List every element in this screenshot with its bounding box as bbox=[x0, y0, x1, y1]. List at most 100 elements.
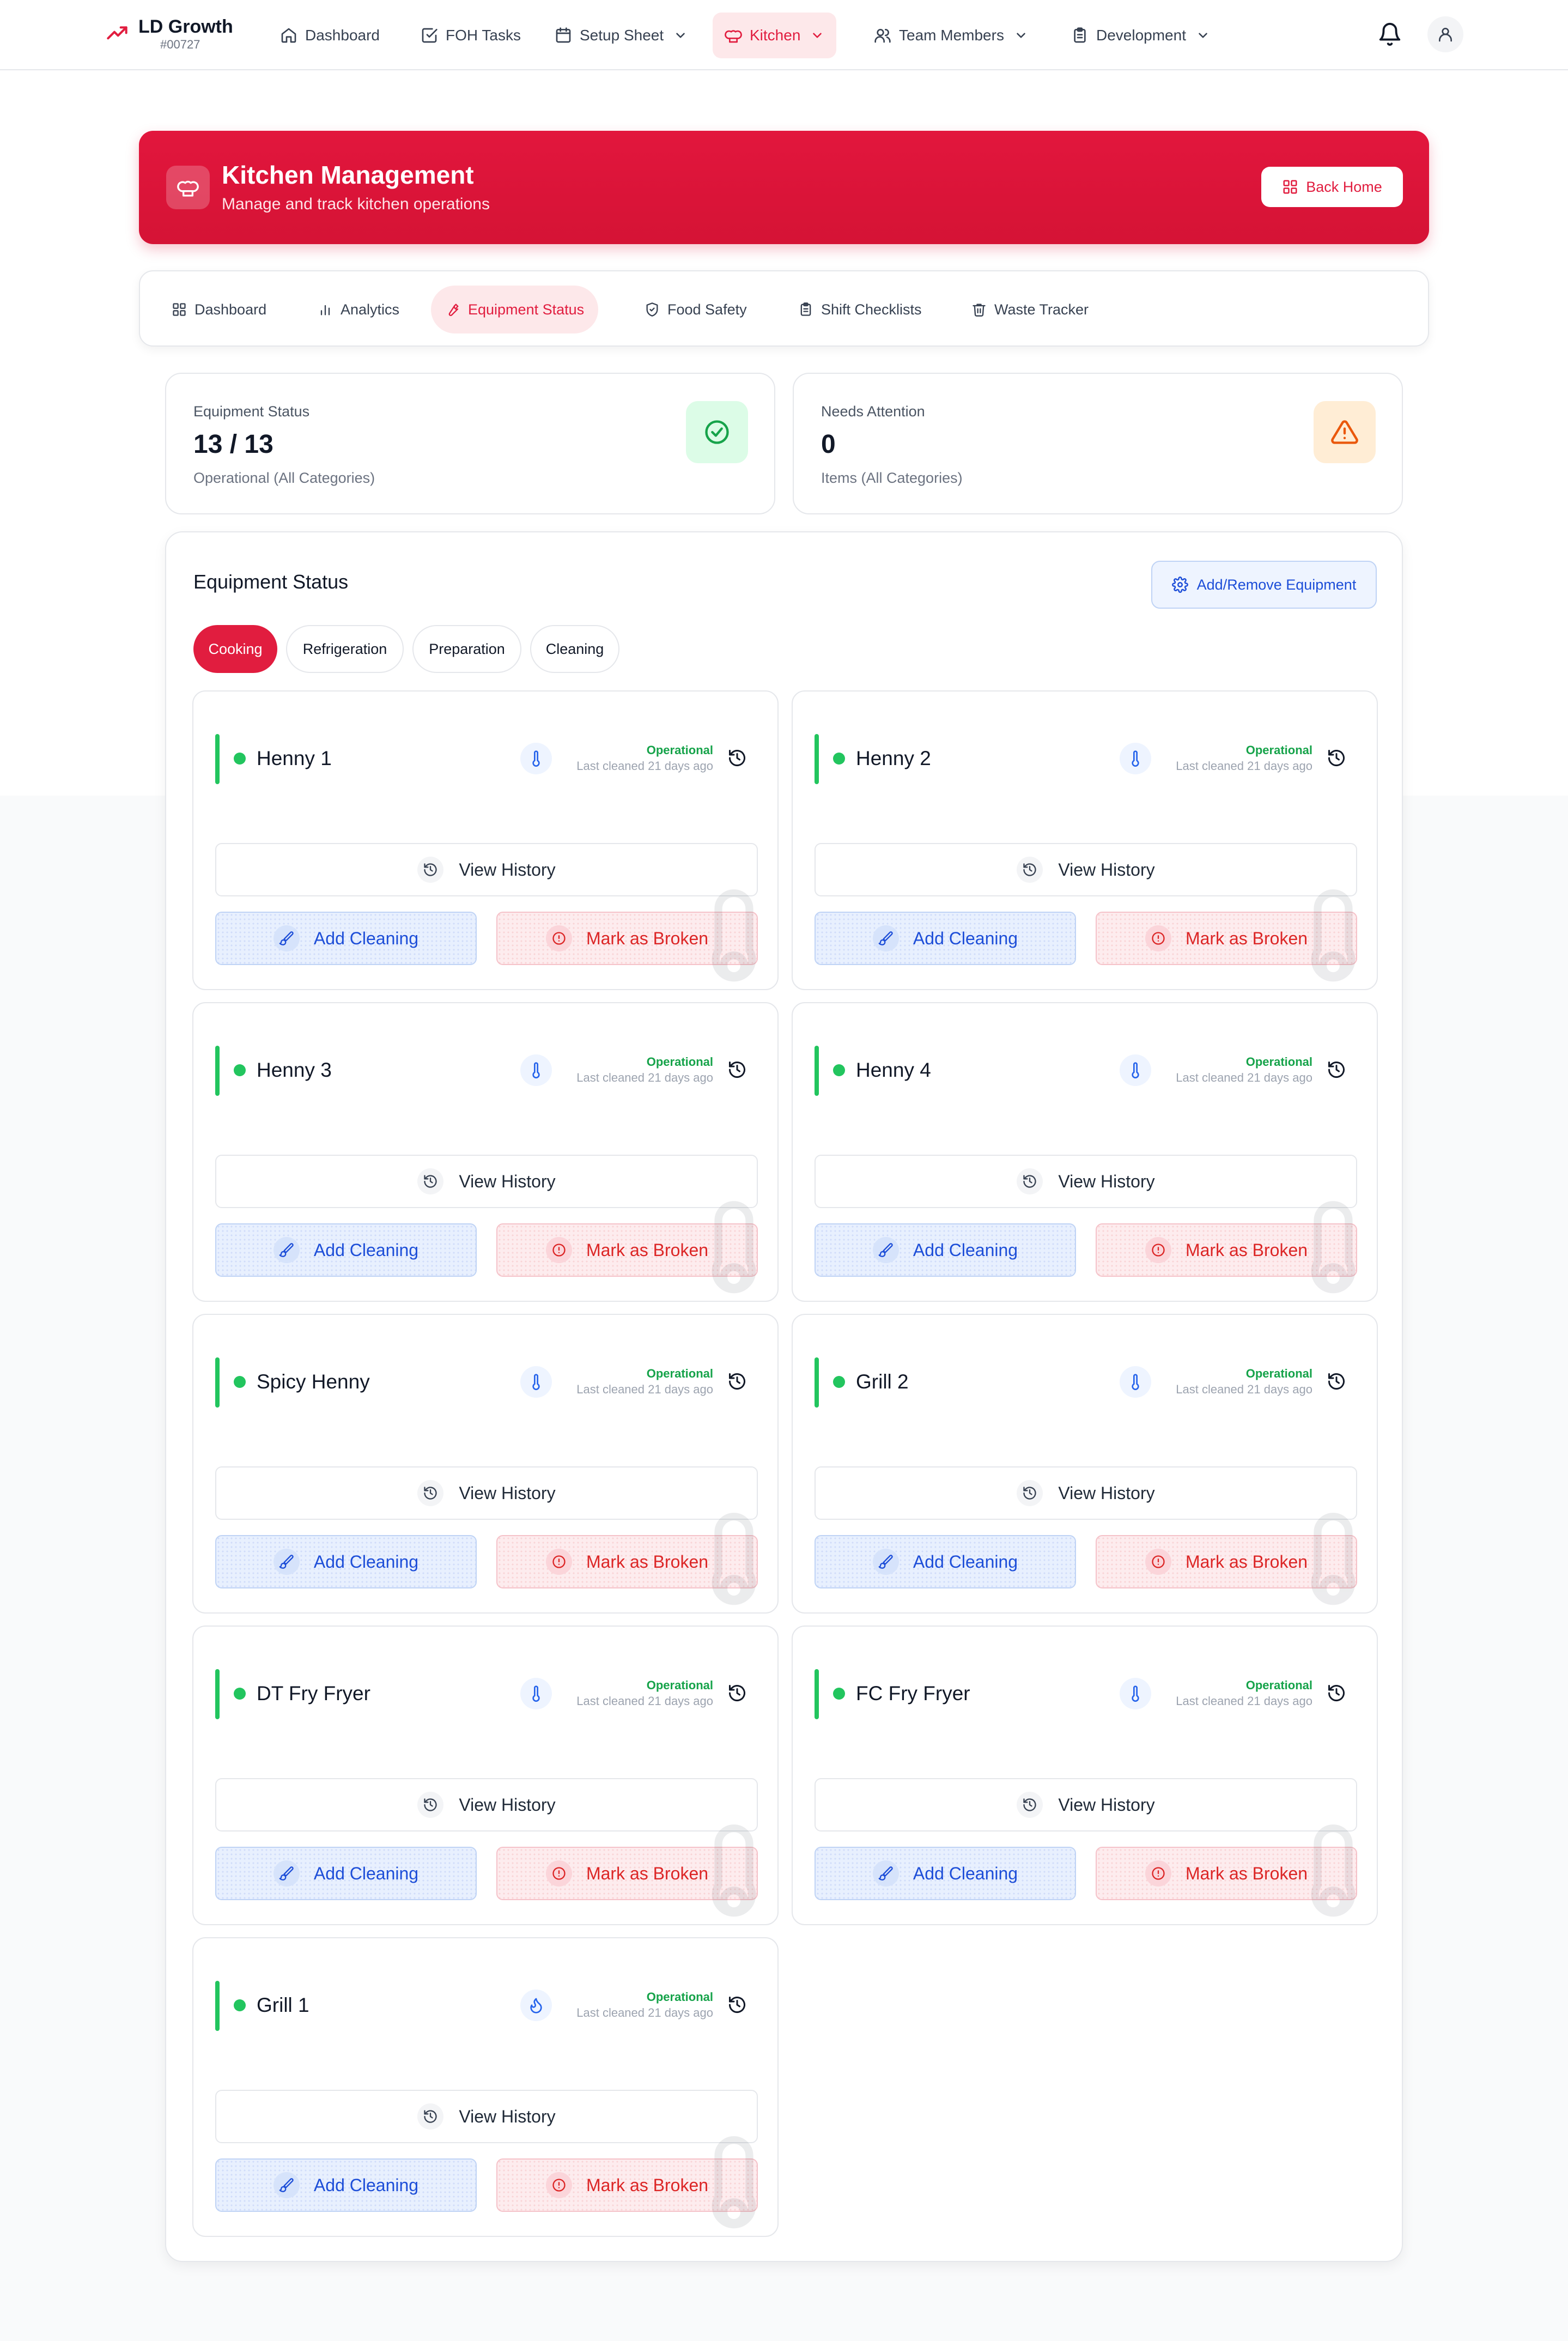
brush-icon bbox=[878, 1243, 893, 1257]
history-icon[interactable] bbox=[727, 1995, 747, 2015]
category-refrigeration[interactable]: Refrigeration bbox=[286, 625, 404, 673]
tab-shift-checklists[interactable]: Shift Checklists bbox=[784, 286, 936, 333]
view-history-label: View History bbox=[459, 1171, 556, 1191]
history-icon[interactable] bbox=[727, 1683, 747, 1703]
history-icon[interactable] bbox=[1327, 1060, 1346, 1079]
add-cleaning-button[interactable]: Add Cleaning bbox=[215, 1535, 477, 1588]
bell-icon[interactable] bbox=[1377, 22, 1402, 47]
tab-waste-tracker[interactable]: Waste Tracker bbox=[957, 286, 1103, 333]
view-history-icon-badge bbox=[1017, 1480, 1043, 1506]
view-history-icon-badge bbox=[417, 2103, 444, 2130]
history-icon bbox=[1023, 863, 1037, 876]
view-history-button[interactable]: View History bbox=[215, 1155, 758, 1208]
alert-circle-icon bbox=[552, 2179, 566, 2192]
back-home-label: Back Home bbox=[1306, 178, 1382, 195]
stat-sub: Operational (All Categories) bbox=[193, 470, 375, 486]
nav-foh-tasks[interactable]: FOH Tasks bbox=[409, 13, 533, 58]
equipment-type-badge bbox=[520, 1366, 552, 1398]
add-cleaning-icon-badge bbox=[273, 925, 300, 951]
view-history-button[interactable]: View History bbox=[215, 2090, 758, 2143]
add-cleaning-button[interactable]: Add Cleaning bbox=[815, 912, 1076, 965]
view-history-button[interactable]: View History bbox=[215, 1778, 758, 1831]
status-dot bbox=[234, 1999, 246, 2011]
trending-up-icon bbox=[107, 26, 127, 40]
equipment-card: Henny 4 Operational Last cleaned 21 days… bbox=[792, 1002, 1378, 1302]
brush-icon bbox=[279, 931, 294, 945]
equipment-type-badge bbox=[1120, 743, 1151, 774]
history-icon[interactable] bbox=[1327, 1372, 1346, 1391]
view-history-button[interactable]: View History bbox=[215, 1466, 758, 1520]
view-history-button[interactable]: View History bbox=[815, 1466, 1357, 1520]
chevron-down-icon bbox=[813, 33, 822, 38]
view-history-icon-badge bbox=[417, 1480, 444, 1506]
history-icon[interactable] bbox=[727, 748, 747, 768]
thermometer-icon bbox=[1132, 1062, 1139, 1078]
user-icon bbox=[1439, 28, 1452, 42]
kitchen-header-banner: Kitchen Management Manage and track kitc… bbox=[139, 131, 1429, 244]
view-history-button[interactable]: View History bbox=[815, 1778, 1357, 1831]
add-cleaning-button[interactable]: Add Cleaning bbox=[215, 1847, 477, 1900]
add-cleaning-label: Add Cleaning bbox=[313, 928, 419, 948]
view-history-button[interactable]: View History bbox=[215, 843, 758, 896]
equipment-watermark-icon bbox=[1311, 1513, 1356, 1605]
page-subtitle: Manage and track kitchen operations bbox=[222, 195, 490, 213]
add-cleaning-button[interactable]: Add Cleaning bbox=[815, 1223, 1076, 1277]
history-icon[interactable] bbox=[727, 1060, 747, 1079]
history-icon[interactable] bbox=[1327, 748, 1346, 768]
category-cooking[interactable]: Cooking bbox=[193, 625, 277, 673]
status-dot bbox=[833, 1064, 845, 1076]
category-cleaning[interactable]: Cleaning bbox=[530, 625, 619, 673]
view-history-button[interactable]: View History bbox=[815, 1155, 1357, 1208]
status-block: Operational Last cleaned 21 days ago bbox=[576, 1366, 713, 1398]
equipment-name: Grill 1 bbox=[257, 1994, 309, 2016]
shield-icon bbox=[646, 302, 658, 317]
mark-broken-label: Mark as Broken bbox=[1185, 1551, 1308, 1572]
avatar[interactable] bbox=[1427, 16, 1463, 52]
status-badge: Operational bbox=[646, 743, 713, 757]
grid-icon bbox=[173, 303, 186, 316]
add-cleaning-icon-badge bbox=[273, 2172, 300, 2198]
add-cleaning-button[interactable]: Add Cleaning bbox=[815, 1535, 1076, 1588]
equipment-watermark-icon bbox=[712, 2136, 756, 2229]
tab-food-safety[interactable]: Food Safety bbox=[630, 286, 761, 333]
add-cleaning-label: Add Cleaning bbox=[913, 1863, 1018, 1883]
nav-setup-sheet[interactable]: Setup Sheet bbox=[543, 13, 700, 58]
add-cleaning-label: Add Cleaning bbox=[313, 2175, 419, 2195]
add-cleaning-button[interactable]: Add Cleaning bbox=[215, 1223, 477, 1277]
add-remove-equipment-button[interactable]: Add/Remove Equipment bbox=[1151, 561, 1377, 609]
add-cleaning-button[interactable]: Add Cleaning bbox=[815, 1847, 1076, 1900]
nav-dashboard[interactable]: Dashboard bbox=[268, 13, 392, 58]
add-cleaning-icon-badge bbox=[872, 925, 899, 951]
last-cleaned-text: Last cleaned 21 days ago bbox=[576, 2006, 713, 2019]
equipment-type-badge bbox=[520, 1678, 552, 1709]
history-icon[interactable] bbox=[727, 1372, 747, 1391]
equipment-card: Henny 3 Operational Last cleaned 21 days… bbox=[192, 1002, 779, 1302]
history-icon[interactable] bbox=[1327, 1683, 1346, 1703]
category-preparation[interactable]: Preparation bbox=[412, 625, 521, 673]
add-cleaning-button[interactable]: Add Cleaning bbox=[215, 912, 477, 965]
brush-icon bbox=[279, 1555, 294, 1569]
mark-broken-icon-badge bbox=[545, 2172, 572, 2198]
nav-kitchen[interactable]: Kitchen bbox=[713, 13, 837, 58]
view-history-button[interactable]: View History bbox=[815, 843, 1357, 896]
tab-equipment-status[interactable]: Equipment Status bbox=[431, 286, 599, 333]
equipment-name: Henny 3 bbox=[257, 1059, 332, 1081]
brand[interactable]: LD Growth #00727 bbox=[104, 16, 233, 52]
tab-dashboard[interactable]: Dashboard bbox=[157, 286, 281, 333]
tab-analytics[interactable]: Analytics bbox=[303, 286, 414, 333]
needs-attention-summary: Needs Attention 0 Items (All Categories) bbox=[793, 373, 1403, 514]
thermometer-icon bbox=[532, 1374, 540, 1390]
back-home-button[interactable]: Back Home bbox=[1261, 167, 1403, 207]
tab-food-safety-label: Food Safety bbox=[667, 301, 747, 318]
equipment-name: Spicy Henny bbox=[257, 1370, 370, 1393]
tab-shift-checklists-label: Shift Checklists bbox=[821, 301, 922, 318]
nav-team-members[interactable]: Team Members bbox=[862, 13, 1040, 58]
view-history-label: View History bbox=[1058, 1483, 1155, 1503]
nav-development[interactable]: Development bbox=[1059, 13, 1222, 58]
add-cleaning-button[interactable]: Add Cleaning bbox=[215, 2158, 477, 2212]
top-navigation: LD Growth #00727 Dashboard FOH Tasks Set… bbox=[0, 0, 1568, 70]
section-title: Equipment Status bbox=[193, 571, 349, 593]
history-icon bbox=[1023, 1487, 1037, 1500]
view-history-label: View History bbox=[459, 1794, 556, 1815]
mark-broken-label: Mark as Broken bbox=[1185, 928, 1308, 948]
